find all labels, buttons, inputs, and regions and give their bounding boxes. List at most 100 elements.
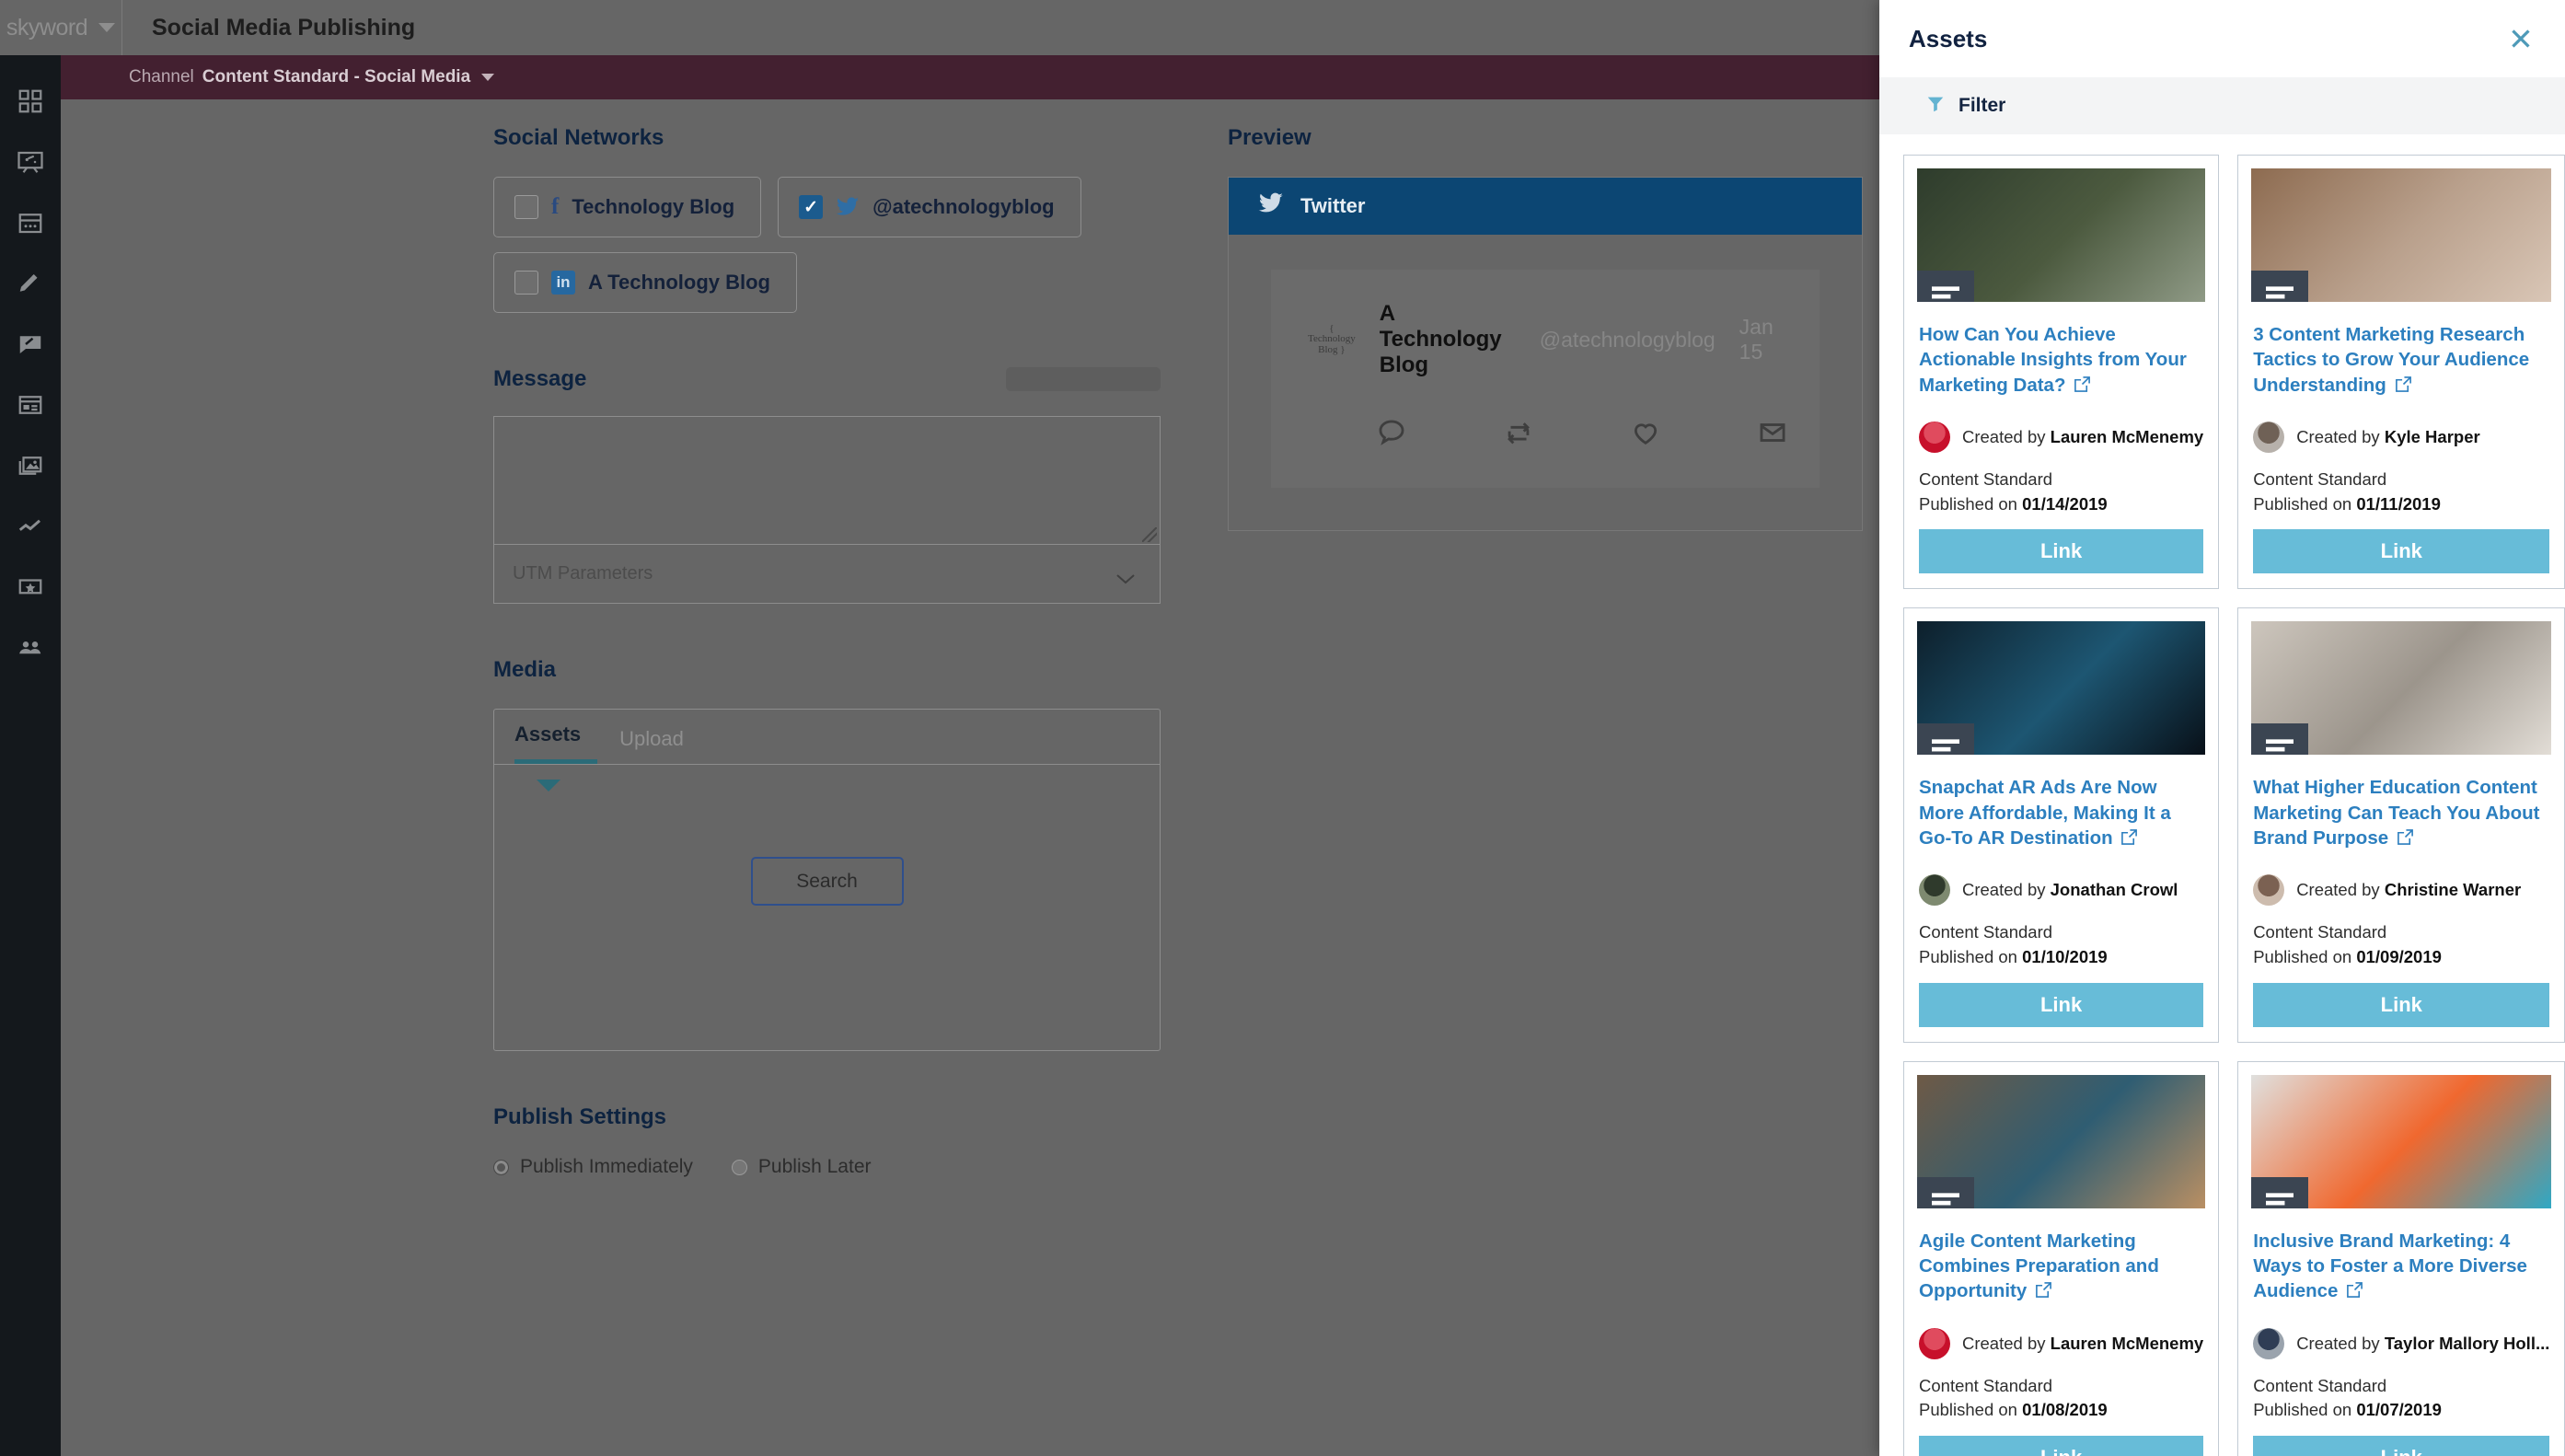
sidebar-item-quality[interactable] — [16, 574, 45, 604]
asset-author-row: Created by Lauren McMenemy — [1919, 1327, 2204, 1359]
utm-parameters-select[interactable]: UTM Parameters — [493, 545, 1161, 604]
avatar — [2253, 1327, 2285, 1359]
message-textarea[interactable] — [493, 416, 1161, 545]
avatar — [1919, 421, 1950, 453]
external-link-icon[interactable] — [2397, 827, 2414, 845]
asset-card[interactable]: Inclusive Brand Marketing: 4 Ways to Fos… — [2237, 1060, 2565, 1456]
radio-publish-immediately[interactable]: Publish Immediately — [493, 1156, 693, 1178]
media-tab-body: Search — [494, 765, 1160, 1050]
publish-settings-radios: Publish Immediately Publish Later — [493, 1156, 1161, 1178]
network-option-facebook[interactable]: f Technology Blog — [493, 177, 762, 237]
publish-form: Social Networks f Technology Blog ✓ @ate… — [493, 125, 1161, 1178]
asset-card[interactable]: How Can You Achieve Actionable Insights … — [1903, 155, 2220, 590]
utm-parameters-label: UTM Parameters — [513, 563, 653, 584]
media-tabs: Assets Upload — [494, 710, 1160, 765]
sidebar-item-analytics[interactable] — [16, 514, 45, 543]
assets-grid[interactable]: How Can You Achieve Actionable Insights … — [1879, 134, 2565, 1456]
external-link-icon[interactable] — [2120, 827, 2138, 845]
network-checkbox-twitter[interactable]: ✓ — [799, 195, 824, 219]
preview-heading: Preview — [1228, 125, 1311, 150]
asset-link-button[interactable]: Link — [1919, 982, 2204, 1027]
sidebar-item-campaigns[interactable] — [16, 149, 45, 179]
asset-title-link[interactable]: What Higher Education Content Marketing … — [2253, 775, 2549, 850]
envelope-icon[interactable] — [1757, 417, 1788, 453]
asset-link-button[interactable]: Link — [1919, 1436, 2204, 1456]
asset-author-row: Created by Kyle Harper — [2253, 421, 2549, 453]
avatar — [2253, 874, 2285, 907]
document-lines-icon — [1917, 1176, 1974, 1208]
network-checkbox-linkedin[interactable] — [514, 271, 538, 295]
asset-title-link[interactable]: How Can You Achieve Actionable Insights … — [1919, 322, 2203, 398]
facebook-icon: f — [551, 194, 560, 219]
asset-title-link[interactable]: 3 Content Marketing Research Tactics to … — [2253, 322, 2549, 398]
publish-settings-heading: Publish Settings — [493, 1104, 667, 1129]
brand-menu[interactable]: skyword — [0, 0, 122, 55]
chevron-down-icon — [98, 23, 116, 32]
page-title: Social Media Publishing — [152, 14, 416, 40]
message-toolbar-placeholder[interactable] — [1006, 367, 1161, 391]
radio-dot-icon[interactable] — [731, 1159, 747, 1175]
external-link-icon[interactable] — [2035, 1280, 2052, 1299]
close-icon[interactable]: ✕ — [2502, 20, 2539, 57]
search-button[interactable]: Search — [750, 857, 904, 906]
sidebar-item-publish[interactable] — [16, 392, 45, 422]
asset-title-link[interactable]: Agile Content Marketing Combines Prepara… — [1919, 1229, 2203, 1304]
asset-title-link[interactable]: Inclusive Brand Marketing: 4 Ways to Fos… — [2253, 1229, 2549, 1304]
asset-thumbnail — [2251, 621, 2552, 756]
twitter-preview-label: Twitter — [1300, 194, 1366, 217]
twitter-icon — [836, 197, 860, 217]
asset-author-row: Created by Christine Warner — [2253, 874, 2549, 907]
radio-dot-selected-icon[interactable] — [493, 1159, 509, 1175]
retweet-icon[interactable] — [1503, 417, 1534, 453]
external-link-icon[interactable] — [2074, 375, 2091, 392]
brand-logo: skyword — [6, 14, 88, 40]
sidebar-item-calendar[interactable] — [16, 210, 45, 239]
people-icon — [17, 634, 44, 666]
tab-assets[interactable]: Assets — [514, 710, 598, 764]
star-screen-icon — [17, 573, 44, 606]
asset-author-text: Created by Christine Warner — [2296, 880, 2522, 900]
sidebar-item-dashboard[interactable] — [16, 88, 45, 118]
sidebar-item-contributors[interactable] — [16, 635, 45, 664]
asset-link-button[interactable]: Link — [2253, 1436, 2550, 1456]
asset-link-button[interactable]: Link — [1919, 529, 2204, 574]
asset-card[interactable]: 3 Content Marketing Research Tactics to … — [2237, 155, 2565, 590]
tweet-handle: @atechnologyblog — [1539, 327, 1716, 352]
external-link-icon[interactable] — [2346, 1280, 2363, 1299]
asset-author-row: Created by Jonathan Crowl — [1919, 874, 2203, 907]
asset-author-text: Created by Lauren McMenemy — [1962, 1333, 2204, 1353]
message-heading: Message — [493, 366, 587, 391]
asset-published: Published on 01/14/2019 — [1919, 493, 2108, 514]
network-option-twitter[interactable]: ✓ @atechnologyblog — [778, 177, 1081, 237]
radio-publish-later[interactable]: Publish Later — [731, 1156, 872, 1178]
external-link-icon[interactable] — [2395, 375, 2412, 392]
sidebar-item-assets[interactable] — [16, 453, 45, 482]
reply-bubble-icon[interactable] — [1376, 417, 1407, 453]
network-option-linkedin[interactable]: in A Technology Blog — [493, 252, 797, 313]
asset-thumbnail — [1917, 1074, 2206, 1208]
heart-icon[interactable] — [1630, 417, 1661, 453]
sidebar-item-create[interactable] — [16, 271, 45, 300]
resize-grip-icon[interactable] — [1142, 527, 1157, 542]
sidebar-item-review[interactable] — [16, 331, 45, 361]
asset-card[interactable]: Agile Content Marketing Combines Prepara… — [1903, 1060, 2220, 1456]
avatar — [2253, 421, 2285, 453]
asset-source: Content Standard — [1919, 468, 2053, 489]
twitter-preview-header: Twitter — [1229, 178, 1862, 235]
network-checkbox-facebook[interactable] — [514, 195, 538, 219]
asset-published: Published on 01/09/2019 — [2253, 946, 2442, 966]
presentation-board-icon — [17, 148, 44, 180]
tweet-actions — [1376, 417, 1785, 453]
tab-upload[interactable]: Upload — [619, 710, 700, 764]
assets-drawer-title: Assets — [1909, 24, 1988, 52]
assets-filter-bar[interactable]: Filter — [1879, 77, 2565, 134]
dashboard-grid-icon — [17, 87, 44, 120]
asset-link-button[interactable]: Link — [2253, 529, 2550, 574]
asset-card[interactable]: Snapchat AR Ads Are Now More Affordable,… — [1903, 607, 2220, 1043]
asset-card[interactable]: What Higher Education Content Marketing … — [2237, 607, 2565, 1043]
asset-link-button[interactable]: Link — [2253, 982, 2550, 1027]
asset-title-link[interactable]: Snapchat AR Ads Are Now More Affordable,… — [1919, 775, 2203, 850]
assets-filter-label: Filter — [1958, 95, 2006, 116]
asset-source: Content Standard — [2253, 922, 2387, 942]
asset-thumbnail — [2251, 168, 2552, 302]
